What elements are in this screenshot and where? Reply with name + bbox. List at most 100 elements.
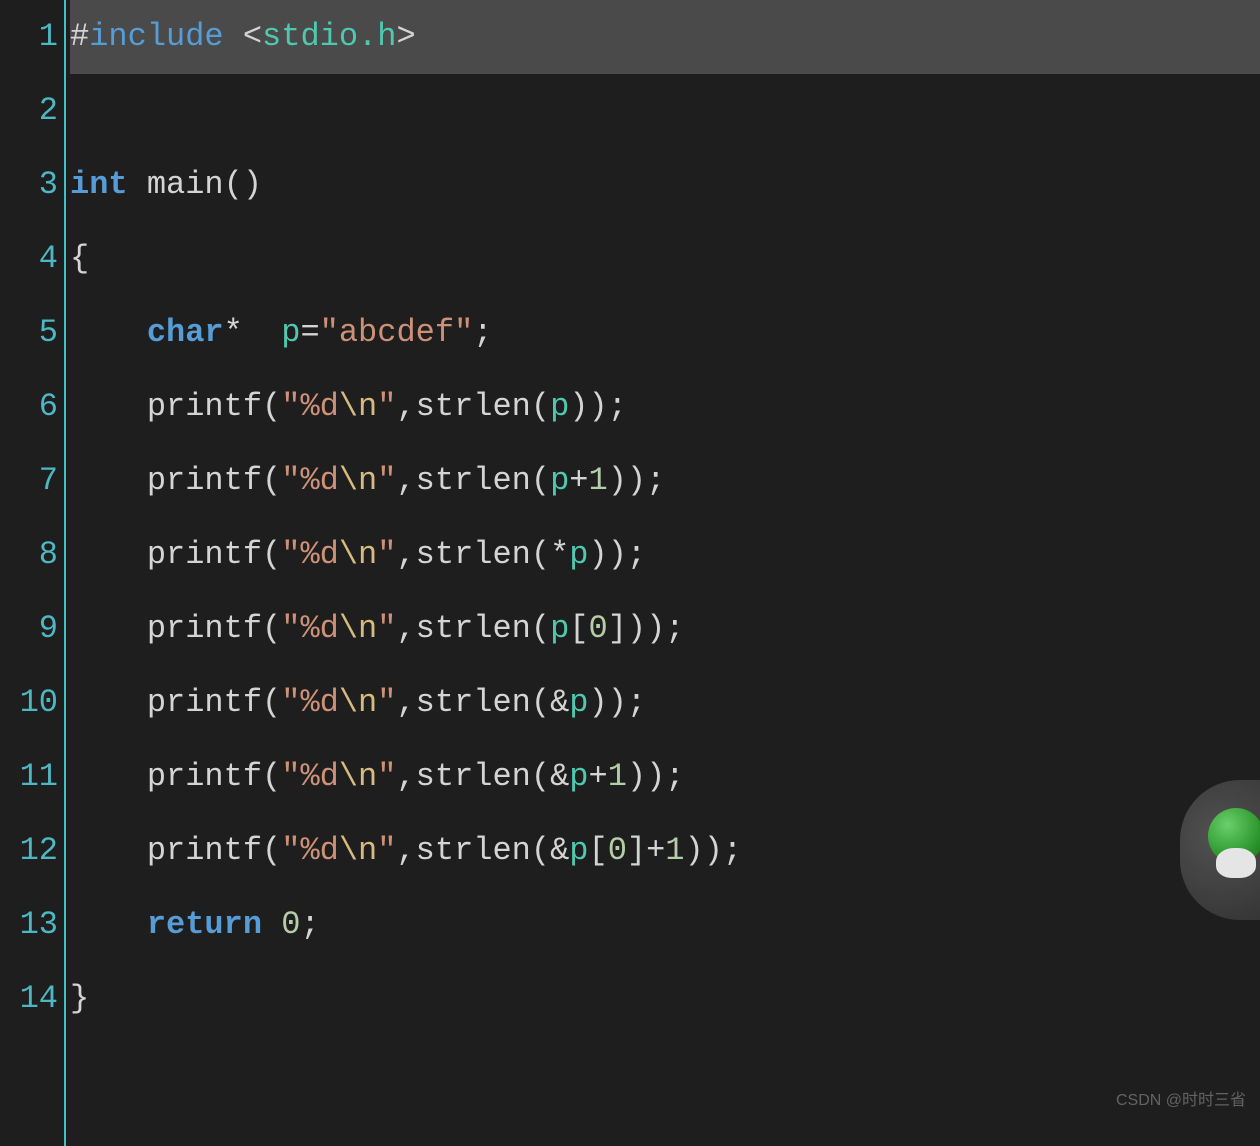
code-token: (* [531,518,569,592]
code-line[interactable]: printf("%d\n",strlen(p+1)); [70,444,1260,518]
code-token: + [588,740,607,814]
code-token: include [89,0,223,74]
line-number: 1 [0,0,58,74]
code-token: strlen [416,814,531,888]
code-token: printf [147,740,262,814]
code-line[interactable]: #include <stdio.h> [70,0,1260,74]
code-token: )); [588,518,646,592]
code-token [70,296,147,370]
code-token: char [147,296,224,370]
code-token: { [70,222,89,296]
code-token: printf [147,814,262,888]
code-token: # [70,0,89,74]
code-token [70,814,147,888]
code-token: "%d [281,518,339,592]
code-token: \n [339,740,377,814]
code-token: printf [147,518,262,592]
code-line[interactable]: printf("%d\n",strlen(*p)); [70,518,1260,592]
code-token: , [396,740,415,814]
code-token: , [396,666,415,740]
code-token: "%d [281,814,339,888]
code-token: 0 [281,888,300,962]
code-token: 1 [588,444,607,518]
code-line[interactable] [70,74,1260,148]
code-token: p [569,814,588,888]
code-token: \n [339,666,377,740]
code-token: = [300,296,319,370]
code-token: )); [685,814,743,888]
code-token: ])); [608,592,685,666]
code-editor[interactable]: 1234567891011121314 #include <stdio.h>in… [0,0,1260,1146]
code-token: (& [531,666,569,740]
code-line[interactable]: } [70,962,1260,1036]
code-token: , [396,814,415,888]
code-line[interactable]: int main() [70,148,1260,222]
code-token: , [396,592,415,666]
code-token: strlen [416,444,531,518]
line-number: 2 [0,74,58,148]
code-token: p [550,444,569,518]
code-token: " [377,740,396,814]
code-token: \n [339,370,377,444]
code-line[interactable]: printf("%d\n",strlen(&p[0]+1)); [70,814,1260,888]
code-token [70,370,147,444]
code-token: ; [300,888,319,962]
code-line[interactable]: char* p="abcdef"; [70,296,1260,370]
code-token: ( [531,592,550,666]
code-token: "%d [281,592,339,666]
code-token: p [281,296,300,370]
code-token: , [396,370,415,444]
code-token: ( [262,370,281,444]
code-token: " [377,666,396,740]
code-line[interactable]: { [70,222,1260,296]
code-token: 1 [608,740,627,814]
code-token: p [569,518,588,592]
code-token: strlen [416,740,531,814]
code-token: strlen [416,518,531,592]
code-token: \n [339,592,377,666]
line-number-gutter: 1234567891011121314 [0,0,66,1146]
code-token: )); [608,444,666,518]
code-token [70,592,147,666]
line-number: 8 [0,518,58,592]
line-number: 13 [0,888,58,962]
code-token: )); [569,370,627,444]
code-token: > [396,0,415,74]
code-token: [ [588,814,607,888]
line-number: 10 [0,666,58,740]
code-token: (& [531,814,569,888]
code-token: p [569,740,588,814]
code-content-area[interactable]: #include <stdio.h> int main(){ char* p="a… [66,0,1260,1146]
code-token: \n [339,518,377,592]
code-line[interactable]: printf("%d\n",strlen(&p)); [70,666,1260,740]
code-token: \n [339,444,377,518]
code-token [70,666,147,740]
code-token: ( [531,444,550,518]
code-token: ( [262,592,281,666]
code-token: ( [262,740,281,814]
code-token: (& [531,740,569,814]
code-token: 1 [665,814,684,888]
code-token: 0 [608,814,627,888]
code-line[interactable]: printf("%d\n",strlen(p[0])); [70,592,1260,666]
code-token [262,888,281,962]
code-token: strlen [416,370,531,444]
code-token: printf [147,444,262,518]
code-token: , [396,518,415,592]
code-token [128,148,147,222]
code-line[interactable]: printf("%d\n",strlen(p)); [70,370,1260,444]
code-token: 0 [588,592,607,666]
code-token: p [550,370,569,444]
line-number: 4 [0,222,58,296]
code-token: "abcdef" [320,296,474,370]
code-line[interactable]: return 0; [70,888,1260,962]
line-number: 7 [0,444,58,518]
line-number: 6 [0,370,58,444]
code-line[interactable]: printf("%d\n",strlen(&p+1)); [70,740,1260,814]
code-token: )); [627,740,685,814]
code-token: )); [588,666,646,740]
line-number: 3 [0,148,58,222]
code-token [70,740,147,814]
code-token: return [147,888,262,962]
code-token: ( [262,444,281,518]
